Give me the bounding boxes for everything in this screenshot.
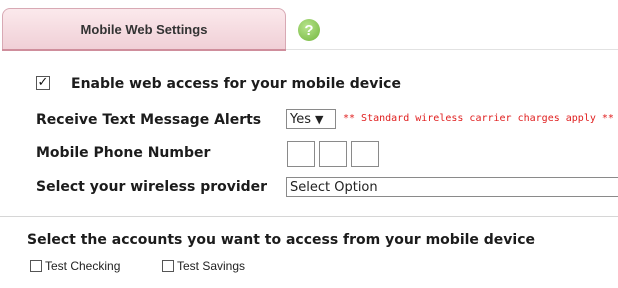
phone-prefix-input[interactable] bbox=[319, 141, 347, 167]
help-icon[interactable]: ? bbox=[298, 19, 320, 41]
account-option-test-savings[interactable]: Test Savings bbox=[162, 259, 245, 273]
text-alerts-value: Yes bbox=[290, 111, 311, 127]
account-checkbox[interactable] bbox=[162, 260, 174, 272]
tab-mobile-web-settings[interactable]: Mobile Web Settings bbox=[2, 8, 286, 50]
account-label: Test Checking bbox=[45, 259, 121, 273]
phone-number-label: Mobile Phone Number bbox=[36, 145, 211, 161]
tab-divider bbox=[286, 49, 618, 50]
enable-web-access-label: Enable web access for your mobile device bbox=[71, 76, 401, 92]
carrier-charges-note: ** Standard wireless carrier charges app… bbox=[343, 113, 614, 124]
phone-area-code-input[interactable] bbox=[287, 141, 315, 167]
account-option-test-checking[interactable]: Test Checking bbox=[30, 259, 120, 273]
tab-bar: Mobile Web Settings ? bbox=[0, 0, 618, 52]
accounts-heading: Select the accounts you want to access f… bbox=[27, 232, 536, 248]
account-checkbox[interactable] bbox=[30, 260, 42, 272]
phone-line-number-input[interactable] bbox=[351, 141, 379, 167]
wireless-provider-select[interactable]: Select Option bbox=[286, 177, 618, 197]
check-icon: ✓ bbox=[37, 75, 49, 90]
wireless-provider-value: Select Option bbox=[290, 179, 378, 195]
text-alerts-select[interactable]: Yes ▼ bbox=[286, 109, 336, 129]
tab-active-underline bbox=[2, 49, 286, 51]
enable-web-access-checkbox[interactable]: ✓ bbox=[36, 76, 50, 90]
wireless-provider-label: Select your wireless provider bbox=[36, 179, 268, 195]
text-alerts-label: Receive Text Message Alerts bbox=[36, 112, 262, 128]
chevron-down-icon: ▼ bbox=[315, 112, 324, 126]
account-label: Test Savings bbox=[177, 259, 246, 273]
tab-label: Mobile Web Settings bbox=[80, 22, 208, 37]
section-divider bbox=[0, 216, 618, 217]
